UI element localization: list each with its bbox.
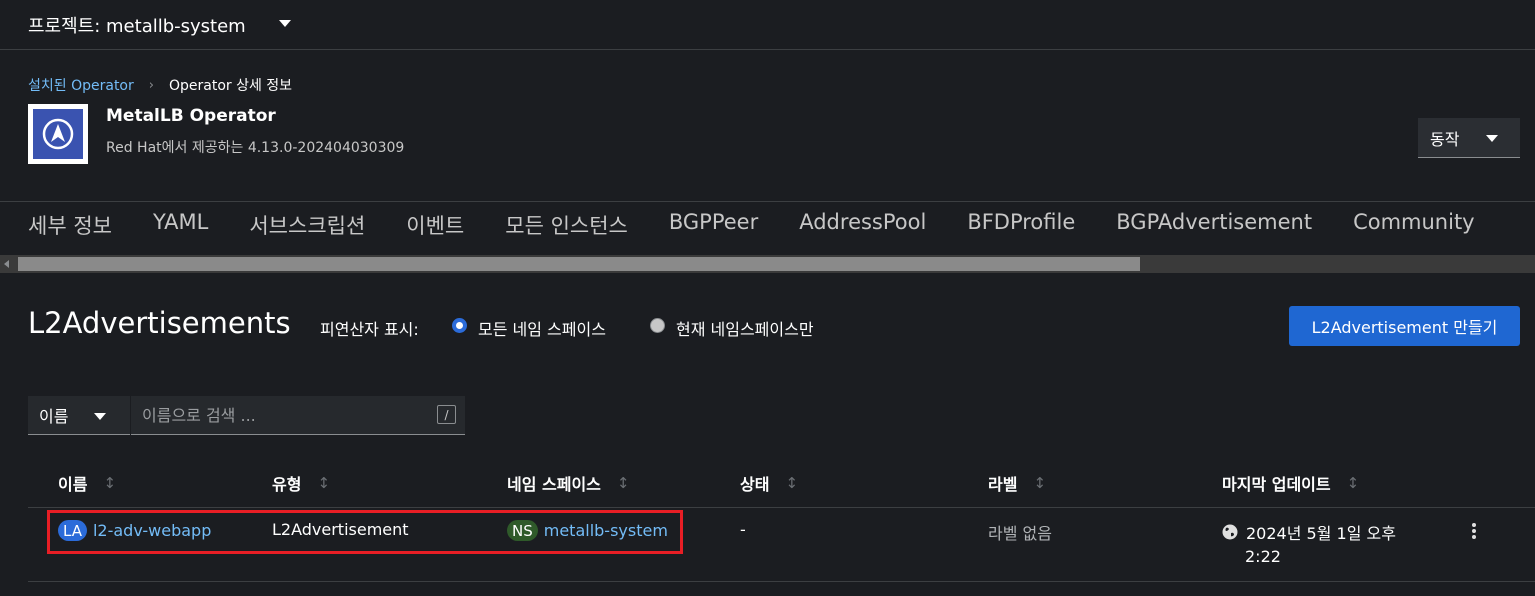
column-header-last-updated[interactable]: 마지막 업데이트 ↕ (1222, 471, 1359, 495)
sort-icon[interactable]: ↕ (317, 474, 330, 492)
operator-provider-version: Red Hat에서 제공하는 4.13.0-202404030309 (106, 140, 405, 156)
search-input[interactable] (131, 396, 465, 435)
column-header-name[interactable]: 이름 ↕ (58, 471, 116, 495)
search-filter-select[interactable]: 이름 (28, 396, 130, 435)
globe-icon (1222, 524, 1238, 540)
column-header-namespace[interactable]: 네임 스페이스 ↕ (507, 471, 629, 495)
column-header-status[interactable]: 상태 ↕ (740, 471, 798, 495)
project-selector[interactable]: 프로젝트: metallb-system (28, 12, 246, 38)
actions-label: 동작 (1430, 129, 1460, 149)
radio-all-namespaces[interactable] (452, 318, 467, 333)
radio-all-namespaces-label[interactable]: 모든 네임 스페이스 (478, 316, 606, 340)
breadcrumb: 설치된 Operator › Operator 상세 정보 (28, 75, 292, 95)
annotation-highlight-box (47, 510, 683, 554)
radio-current-namespace[interactable] (650, 318, 665, 333)
cell-labels: 라벨 없음 (988, 524, 1052, 543)
search-filter-value: 이름 (39, 407, 69, 426)
project-bar: 프로젝트: metallb-system (0, 0, 1535, 50)
header-label: 마지막 업데이트 (1222, 475, 1331, 494)
divider (28, 581, 1535, 582)
operator-logo (28, 104, 88, 164)
header-label: 이름 (58, 475, 88, 494)
sort-icon[interactable]: ↕ (103, 474, 116, 492)
header-label: 유형 (272, 475, 302, 494)
tab-subscription[interactable]: 서브스크립션 (249, 210, 365, 250)
keyboard-shortcut-hint: / (437, 405, 456, 424)
tab-addresspool[interactable]: AddressPool (799, 210, 926, 250)
cell-last-updated: 2024년 5월 1일 오후 (1222, 520, 1396, 544)
page-title: L2Advertisements (28, 306, 291, 340)
horizontal-scrollbar[interactable] (0, 255, 1535, 273)
tab-all-instances[interactable]: 모든 인스턴스 (505, 210, 628, 250)
kebab-menu-icon[interactable] (1466, 519, 1482, 543)
input-underline (131, 434, 465, 435)
last-updated-time: 2:22 (1245, 547, 1281, 566)
sort-icon[interactable]: ↕ (785, 474, 798, 492)
operator-name: MetalLB Operator (106, 106, 276, 126)
tab-details[interactable]: 세부 정보 (28, 210, 112, 250)
chevron-down-icon[interactable] (279, 20, 291, 27)
tab-yaml[interactable]: YAML (153, 210, 208, 250)
divider (28, 507, 1535, 508)
radio-current-namespace-label[interactable]: 현재 네임스페이스만 (676, 316, 814, 340)
metallb-icon (33, 109, 83, 159)
tab-events[interactable]: 이벤트 (406, 210, 464, 250)
scroll-left-icon[interactable] (4, 260, 9, 268)
tab-bfdprofile[interactable]: BFDProfile (967, 210, 1075, 250)
sort-icon[interactable]: ↕ (1033, 474, 1046, 492)
create-l2advertisement-button[interactable]: L2Advertisement 만들기 (1289, 306, 1520, 346)
header-label: 상태 (740, 475, 770, 494)
actions-dropdown[interactable]: 동작 (1418, 118, 1520, 158)
tab-bar: 세부 정보 YAML 서브스크립션 이벤트 모든 인스턴스 BGPPeer Ad… (28, 210, 1516, 250)
cell-status: - (740, 520, 746, 539)
chevron-right-icon: › (148, 77, 154, 93)
header-label: 라벨 (988, 475, 1018, 494)
tab-bgppeer[interactable]: BGPPeer (669, 210, 758, 250)
scrollbar-thumb[interactable] (18, 257, 1140, 271)
tab-community[interactable]: Community (1353, 210, 1475, 250)
chevron-down-icon (1486, 135, 1498, 142)
column-header-type[interactable]: 유형 ↕ (272, 471, 330, 495)
breadcrumb-current: Operator 상세 정보 (168, 78, 293, 94)
operand-filter-label: 피연산자 표시: (320, 320, 419, 339)
breadcrumb-installed-operators[interactable]: 설치된 Operator (28, 75, 134, 95)
last-updated-date: 2024년 5월 1일 오후 (1246, 524, 1396, 543)
divider (0, 201, 1535, 202)
chevron-down-icon (94, 413, 106, 420)
tab-bgpadvertisement[interactable]: BGPAdvertisement (1116, 210, 1312, 250)
sort-icon[interactable]: ↕ (617, 474, 630, 492)
sort-icon[interactable]: ↕ (1347, 474, 1360, 492)
column-header-labels[interactable]: 라벨 ↕ (988, 471, 1046, 495)
header-label: 네임 스페이스 (507, 475, 601, 494)
